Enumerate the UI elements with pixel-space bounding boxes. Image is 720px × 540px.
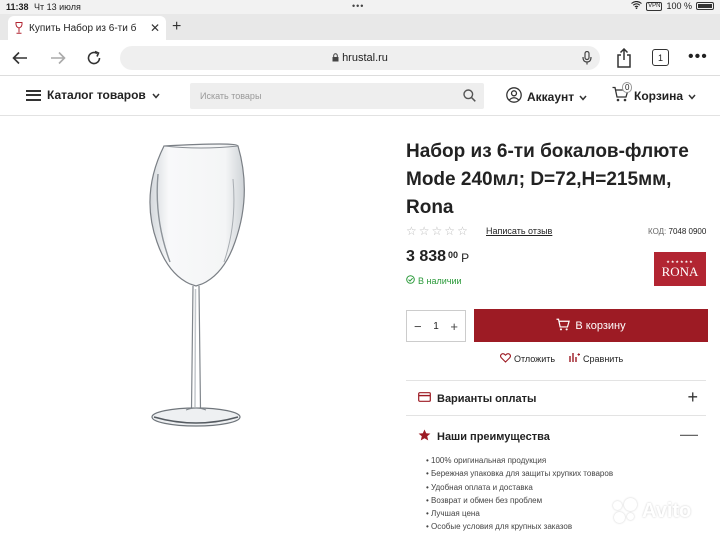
wifi-icon — [631, 0, 642, 11]
url-text: hrustal.ru — [342, 52, 388, 64]
forward-icon[interactable] — [48, 48, 68, 68]
brand-name: RONA — [661, 263, 699, 279]
rating-stars[interactable]: ☆ ☆ ☆ ☆ ☆ — [406, 224, 468, 238]
avito-logo-icon — [612, 498, 638, 524]
star-icon[interactable]: ☆ — [406, 224, 417, 238]
sku-label: КОД: — [648, 227, 667, 236]
status-date: Чт 13 июля — [34, 2, 81, 12]
heart-icon — [500, 352, 511, 365]
expand-icon[interactable]: + — [687, 387, 698, 408]
list-item: • Удобная оплата и доставка — [426, 482, 533, 492]
currency-sign: Р — [461, 251, 470, 265]
star-icon[interactable]: ☆ — [432, 224, 443, 238]
search-icon[interactable] — [463, 89, 476, 104]
status-right: VPN 100 % — [631, 0, 714, 11]
cart-count-badge: 0 — [622, 82, 633, 93]
user-icon — [506, 87, 522, 106]
site-header: Каталог товаров Искать товары Аккаунт 0 … — [0, 76, 720, 116]
compare-button[interactable]: Сравнить — [569, 352, 623, 365]
new-tab-button[interactable]: + — [172, 18, 181, 36]
list-item: • Особые условия для крупных заказов — [426, 522, 573, 532]
collapse-icon[interactable]: — — [680, 424, 698, 445]
battery-icon — [696, 2, 714, 10]
chevron-down-icon — [579, 90, 587, 104]
benefits-list: • 100% оригинальная продукция • Бережная… — [426, 454, 613, 534]
wishlist-label: Отложить — [514, 353, 556, 364]
reload-icon[interactable] — [84, 48, 104, 68]
check-circle-icon — [406, 275, 415, 286]
address-bar[interactable]: hrustal.ru — [120, 46, 600, 70]
wine-glass-favicon-icon — [14, 22, 24, 34]
tab-bar: Купить Набор из 6-ти б ✕ + — [0, 14, 720, 40]
brand-logo[interactable]: ★★★★★★ RONA — [654, 252, 706, 286]
chevron-down-icon — [688, 89, 696, 103]
status-time: 11:38 — [6, 2, 29, 12]
search-input[interactable]: Искать товары — [190, 83, 484, 109]
stock-label: В наличии — [418, 275, 462, 286]
account-label: Аккаунт — [527, 89, 575, 104]
credit-card-icon — [418, 392, 431, 405]
watermark-text: Avito — [642, 499, 692, 522]
list-item: • Лучшая цена — [426, 509, 480, 519]
more-menu-icon[interactable]: ••• — [688, 48, 708, 66]
payment-options-accordion[interactable]: Варианты оплаты + — [406, 380, 706, 416]
price-main: 3 838 — [406, 248, 447, 265]
multitasking-dots[interactable]: ••• — [352, 1, 364, 11]
add-to-cart-button[interactable]: В корзину — [474, 309, 708, 342]
browser-tab[interactable]: Купить Набор из 6-ти б ✕ — [8, 16, 166, 40]
qty-plus-button[interactable]: + — [450, 319, 458, 334]
share-icon[interactable] — [616, 47, 632, 73]
product-image[interactable] — [40, 124, 350, 434]
list-item: • 100% оригинальная продукция — [426, 456, 547, 465]
battery-percent: 100 % — [666, 1, 692, 11]
chevron-down-icon — [152, 88, 160, 102]
secondary-actions: Отложить Сравнить — [500, 352, 623, 365]
search-placeholder: Искать товары — [200, 91, 262, 101]
benefits-label: Наши преимущества — [437, 430, 550, 443]
star-icon[interactable]: ☆ — [419, 224, 430, 238]
hamburger-icon — [26, 89, 41, 101]
write-review-link[interactable]: Написать отзыв — [486, 226, 552, 236]
tab-count-button[interactable]: 1 — [652, 49, 669, 66]
star-icon — [418, 429, 431, 444]
sku-value: 7048 0900 — [668, 227, 707, 236]
compare-icon — [569, 352, 581, 365]
list-item: • Бережная упаковка для защиты хрупких т… — [426, 469, 614, 479]
account-button[interactable]: Аккаунт — [506, 87, 587, 106]
back-icon[interactable] — [10, 48, 30, 68]
qty-value[interactable]: 1 — [433, 321, 439, 332]
list-item: • Возврат и обмен без проблем — [426, 495, 543, 505]
product-sku: КОД: 7048 0900 — [648, 227, 706, 236]
cart-label: Корзина — [634, 88, 684, 103]
cart-icon — [556, 318, 571, 334]
close-tab-icon[interactable]: ✕ — [150, 21, 160, 35]
star-icon[interactable]: ☆ — [457, 224, 468, 238]
cart-icon: 0 — [612, 82, 633, 105]
tab-title: Купить Набор из 6-ти б — [29, 22, 137, 34]
stock-status: В наличии — [406, 275, 462, 286]
avito-watermark: Avito — [612, 498, 691, 524]
product-price: 3 838 00 Р — [406, 248, 469, 266]
star-icon[interactable]: ☆ — [444, 224, 455, 238]
quantity-stepper[interactable]: − 1 + — [406, 310, 466, 342]
qty-minus-button[interactable]: − — [414, 319, 422, 334]
browser-toolbar: hrustal.ru 1 ••• — [0, 40, 720, 76]
catalog-label: Каталог товаров — [47, 88, 146, 102]
wishlist-button[interactable]: Отложить — [500, 352, 555, 365]
cart-button[interactable]: 0 Корзина — [612, 82, 696, 105]
vpn-badge: VPN — [646, 1, 663, 11]
add-to-cart-label: В корзину — [575, 319, 626, 332]
product-title: Набор из 6-ти бокалов-флюте Mode 240мл; … — [406, 141, 689, 218]
microphone-icon[interactable] — [582, 50, 592, 68]
catalog-button[interactable]: Каталог товаров — [26, 88, 160, 102]
compare-label: Сравнить — [583, 353, 624, 364]
status-bar: 11:38 Чт 13 июля ••• VPN 100 % — [0, 0, 720, 14]
payment-options-label: Варианты оплаты — [437, 392, 537, 405]
lock-icon — [332, 52, 339, 64]
benefits-accordion[interactable]: Наши преимущества — — [406, 418, 706, 452]
price-cents: 00 — [448, 250, 459, 260]
